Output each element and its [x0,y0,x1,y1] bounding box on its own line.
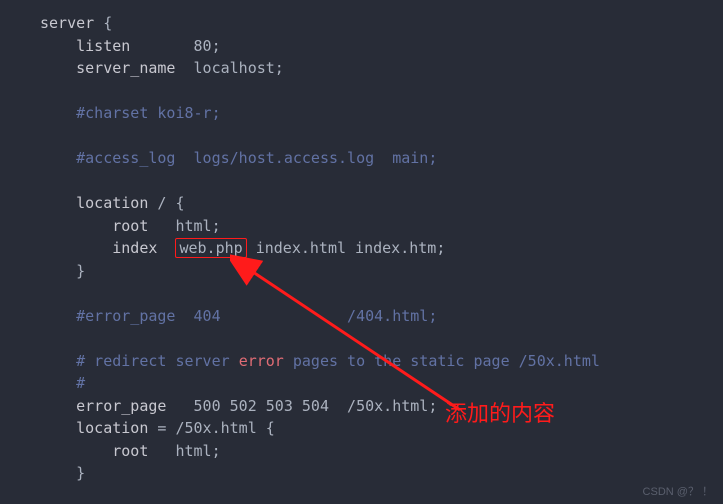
annotation-label: 添加的内容 [445,397,555,430]
text [293,397,302,415]
text: /50x.html; [329,397,437,415]
text: / { [148,194,184,212]
code-line: #error_page 404 /404.html; [40,305,723,328]
code-line: #access_log logs/host.access.log main; [40,147,723,170]
code-line: server { [40,12,723,35]
number: 500 [194,397,221,415]
comment: #access_log logs/host.access.log main; [40,149,437,167]
code-line: # redirect server error pages to the sta… [40,350,723,373]
text [221,397,230,415]
code-line [40,170,723,193]
text: localhost; [175,59,283,77]
keyword: error_page [40,397,166,415]
text [130,37,193,55]
text: } [40,262,85,280]
keyword: server_name [40,59,175,77]
text: } [40,464,85,482]
text: index.html index.htm; [247,239,446,257]
text: html; [148,217,220,235]
watermark: CSDN @？ ！ [643,484,713,501]
number: 504 [302,397,329,415]
text [166,397,193,415]
keyword: server [40,14,94,32]
code-line: location / { [40,192,723,215]
code-line: index web.php index.html index.htm; [40,237,723,260]
code-line: server_name localhost; [40,57,723,80]
code-line [40,282,723,305]
text: html; [148,442,220,460]
text: ; [212,37,221,55]
keyword: location [40,419,148,437]
code-line: root html; [40,440,723,463]
code-line: error_page 500 502 503 504 /50x.html; [40,395,723,418]
text [257,397,266,415]
code-line [40,80,723,103]
code-line: # [40,372,723,395]
error-keyword: error [239,352,284,370]
highlighted-webphp: web.php [175,238,246,258]
nginx-config-code: server { listen 80; server_name localhos… [0,12,723,485]
number: 80 [194,37,212,55]
code-line: root html; [40,215,723,238]
code-line: #charset koi8-r; [40,102,723,125]
keyword: listen [40,37,130,55]
text [157,239,175,257]
code-line: listen 80; [40,35,723,58]
comment: #charset koi8-r; [40,104,221,122]
code-line [40,125,723,148]
code-line: } [40,462,723,485]
number: 502 [230,397,257,415]
text: = /50x.html { [148,419,274,437]
code-line: } [40,260,723,283]
comment: # [40,374,85,392]
keyword: root [40,217,148,235]
code-line: location = /50x.html { [40,417,723,440]
keyword: location [40,194,148,212]
number: 503 [266,397,293,415]
comment: #error_page 404 /404.html; [40,307,437,325]
keyword: index [40,239,157,257]
text: { [94,14,112,32]
code-line [40,327,723,350]
comment: # redirect server [40,352,239,370]
keyword: root [40,442,148,460]
comment: pages to the static page /50x.html [284,352,600,370]
